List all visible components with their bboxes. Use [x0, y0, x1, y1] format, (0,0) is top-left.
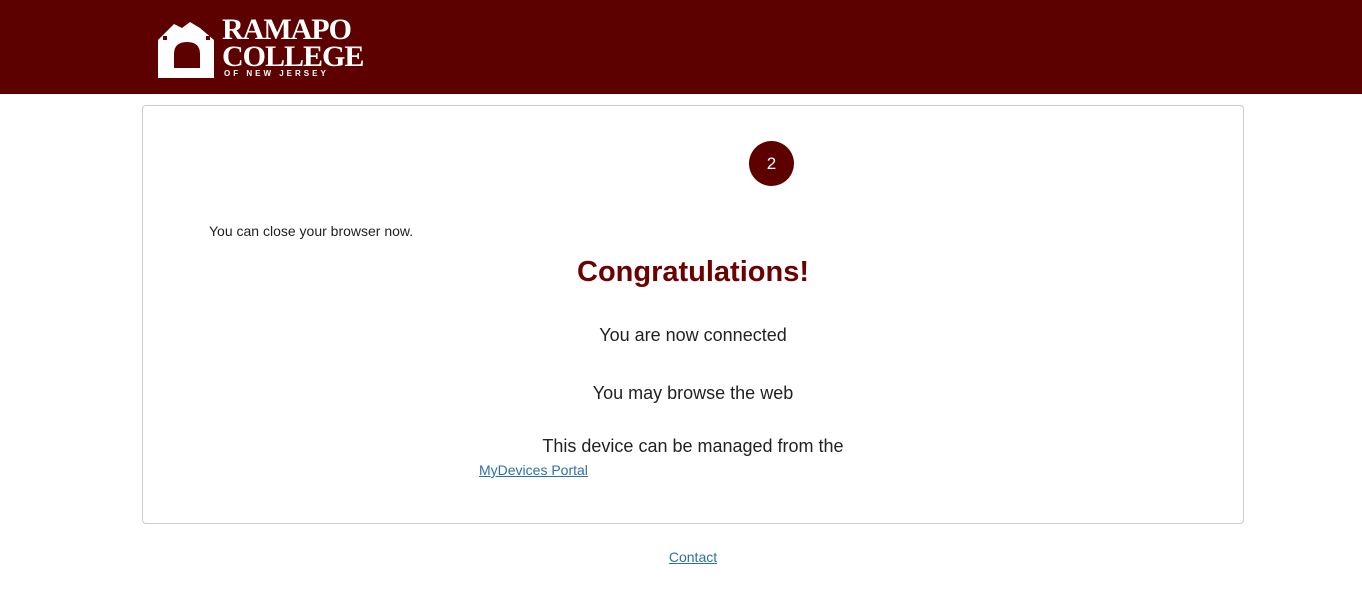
mydevices-portal-link[interactable]: MyDevices Portal: [479, 462, 588, 478]
success-card: 2 You can close your browser now. Congra…: [142, 105, 1244, 524]
connected-message: You are now connected: [599, 325, 787, 345]
device-managed-message: This device can be managed from the: [542, 436, 844, 456]
archway-logo-icon: [158, 22, 214, 78]
logo-tagline: OF NEW JERSEY: [224, 69, 329, 78]
contact-link[interactable]: Contact: [669, 549, 717, 565]
close-browser-note: You can close your browser now.: [209, 223, 414, 239]
step-number-badge: 2: [749, 141, 794, 186]
header-bar: RAMAPO COLLEGE OF NEW JERSEY: [0, 0, 1362, 94]
footer: Contact: [0, 549, 1362, 567]
ramapo-college-logo[interactable]: RAMAPO COLLEGE OF NEW JERSEY: [156, 15, 364, 80]
congratulations-heading: Congratulations!: [577, 256, 809, 288]
browse-message: You may browse the web: [592, 383, 794, 403]
logo-name-line2: COLLEGE: [222, 40, 364, 73]
